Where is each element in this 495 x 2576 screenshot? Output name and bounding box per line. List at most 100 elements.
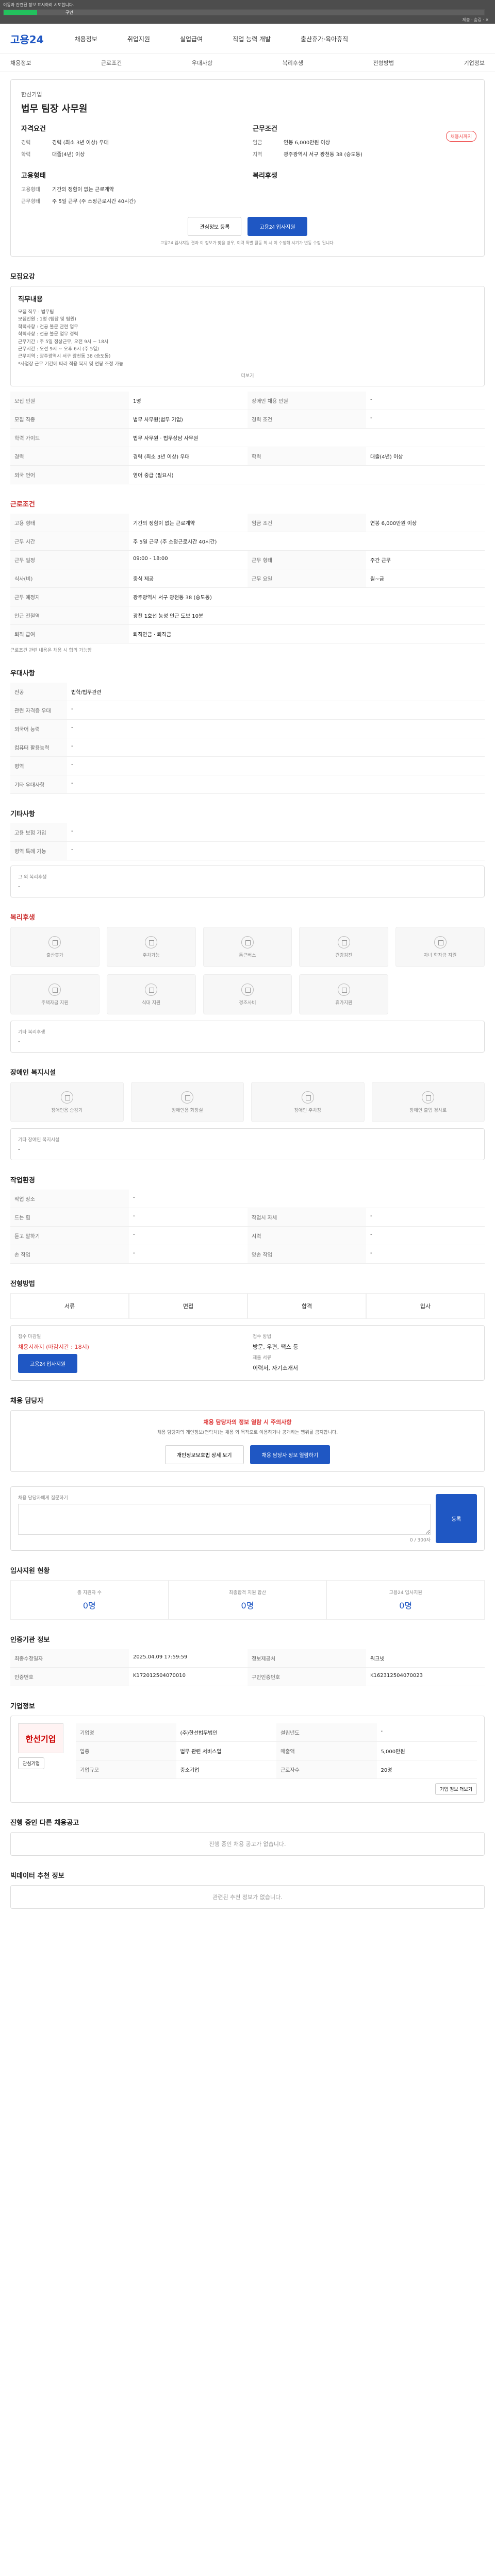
top-note: 이동과 관련된 정보 표시하려 시도합니다.	[3, 3, 74, 7]
progress-fill	[4, 10, 38, 15]
table-value: K172012504070010	[129, 1667, 248, 1686]
process-steps: 서류 면접 합격 입사	[10, 1293, 485, 1319]
apply-card: 접수 마감일 채용시까지 (마감시간 : 18시) 고용24 입사지원 접수 방…	[10, 1325, 485, 1381]
subnav-item[interactable]: 채용정보	[10, 59, 31, 67]
disability-grid: 장애인용 승강기 장애인용 화장실 장애인 주차장 장애인 출입 경사로	[10, 1082, 485, 1123]
requirements-title: 자격요건	[21, 125, 46, 133]
table-value: -	[129, 1245, 248, 1264]
top-status-bar: 이동과 관련된 정보 표시하려 시도합니다. 구인 제출 · 숨김 · ✕	[0, 0, 495, 24]
table-key: 병역	[10, 756, 67, 776]
company-table: 기업명 (주)한선법무법인 설립년도 - 업종 법무 관련 서비스업 매출액 5,000만원…	[76, 1723, 477, 1779]
table-key: 장애인 채용 인원	[248, 392, 366, 411]
kv-key: 학력	[21, 152, 31, 158]
benefit-item: 경조사비	[203, 974, 292, 1015]
benefits-title: 복리후생	[253, 172, 277, 180]
table-key: 근무 예정지	[10, 587, 129, 607]
table-value: 퇴직연금 · 퇴직금	[129, 624, 485, 644]
table-value: 영어 중급 (필요시)	[129, 465, 485, 485]
table-value: -	[67, 841, 485, 861]
privacy-detail-button[interactable]: 개인정보보호법 상세 보기	[164, 1445, 244, 1464]
conditions-note: 근로조건 관련 내용은 채용 시 협의 가능함	[10, 648, 92, 654]
table-value: -	[366, 1245, 485, 1264]
nav-item[interactable]: 직업 능력 개발	[233, 35, 271, 43]
company-logo: 한선기업	[18, 1723, 63, 1753]
company-more-button[interactable]: 기업 정보 더보기	[435, 1783, 477, 1795]
apply-button[interactable]: 고용24 입사지원	[248, 217, 307, 236]
table-value: 중소기업	[176, 1760, 276, 1779]
stat-item: 고용24 입사지원 0명	[326, 1580, 485, 1620]
table-value: -	[129, 1226, 248, 1246]
nav-item[interactable]: 취업지원	[127, 35, 150, 43]
table-value: (주)한선법무법인	[176, 1723, 276, 1742]
disability-label: 장애인용 화장실	[171, 1108, 203, 1113]
interest-company-button[interactable]: 관심기업	[18, 1757, 45, 1769]
process-step: 서류	[10, 1293, 129, 1319]
manager-title: 채용 담당자	[10, 1397, 44, 1405]
question-submit-button[interactable]: 등록	[436, 1494, 477, 1543]
save-interest-button[interactable]: 관심정보 등록	[188, 217, 242, 236]
table-value: 중식 제공	[129, 569, 248, 588]
question-form: 채용 담당자에게 질문하기 0 / 300자	[18, 1494, 431, 1543]
table-value: K162312504070023	[366, 1667, 485, 1686]
table-key: 설립년도	[276, 1723, 377, 1742]
table-key: 손 작업	[10, 1245, 129, 1264]
subnav-item[interactable]: 기업정보	[464, 59, 484, 67]
conditions-table: 고용 형태 기간의 정함이 없는 근로계약 임금 조건 연봉 6,000만원 이상 근…	[10, 514, 485, 644]
table-key: 근로자수	[276, 1760, 377, 1779]
nav-item[interactable]: 출산휴가·육아휴직	[301, 35, 348, 43]
duty: 학력사항 : 전공 불문 관련 업무	[18, 324, 78, 330]
nav-item[interactable]: 채용정보	[75, 35, 97, 43]
view-manager-button[interactable]: 채용 담당자 정보 열람하기	[250, 1445, 331, 1464]
table-value: 법학/법무관련	[67, 683, 485, 702]
table-key: 경력	[10, 447, 129, 466]
site-logo[interactable]: 고용24	[10, 31, 44, 46]
question-input[interactable]	[18, 1503, 431, 1535]
benefit-label: 식대 지원	[142, 1000, 161, 1006]
table-value: 광천 1호선 농성 인근 도보 10분	[129, 606, 485, 625]
table-value: -	[67, 701, 485, 720]
table-value: 경력 (최소 3년 이상) 우대	[129, 447, 248, 466]
disability-label: 장애인 출입 경사로	[409, 1108, 447, 1113]
table-key: 근무 형태	[248, 550, 366, 570]
apply-button-2[interactable]: 고용24 입사지원	[18, 1354, 78, 1374]
kv-value: 광주광역시 서구 광천동 38 (승도동)	[284, 152, 362, 158]
docs-label: 제출 서류	[253, 1355, 271, 1361]
duty: 학력사항 : 전공 불문 업무 경력	[18, 332, 78, 337]
process-step: 입사	[366, 1293, 485, 1319]
kv-value: 주 5일 근무 (주 소정근로시간 40시간)	[52, 199, 136, 205]
table-key: 기업규모	[76, 1760, 176, 1779]
subnav-item[interactable]: 복리후생	[283, 59, 303, 67]
disability-icon	[181, 1091, 194, 1104]
deadline-badge: 채용시까지	[446, 131, 476, 142]
apply-method: 접수 방법 방문, 우편, 팩스 등 제출 서류 이력서, 자기소개서	[253, 1333, 477, 1373]
header: 고용24 채용정보 취업지원 실업급여 직업 능력 개발 출산휴가·육아휴직	[0, 24, 495, 54]
company-card: 한선기업 관심기업 기업명 (주)한선법무법인 설립년도 - 업종 법무 관련 서비스업…	[10, 1715, 485, 1803]
kv-key: 고용형태	[21, 187, 40, 193]
top-right[interactable]: 제출 · 숨김 · ✕	[463, 17, 489, 23]
company-info: 기업명 (주)한선법무법인 설립년도 - 업종 법무 관련 서비스업 매출액 5,000만원…	[76, 1723, 477, 1795]
duties-title: 직무내용	[18, 296, 43, 303]
duty: *사업장 근무 기간에 따라 적용 복지 및 연봉 조정 가능	[18, 361, 124, 367]
more-button[interactable]: 더보기	[241, 374, 254, 379]
disability-item: 장애인용 승강기	[10, 1082, 124, 1123]
apply-info: 접수 마감일 채용시까지 (마감시간 : 18시) 고용24 입사지원	[18, 1333, 242, 1374]
manager-alert: 채용 담당자의 정보 열람 시 주의사항	[203, 1419, 292, 1426]
main-nav: 채용정보 취업지원 실업급여 직업 능력 개발 출산휴가·육아휴직	[75, 35, 349, 43]
benefit-icon	[337, 936, 350, 948]
etc-sub-card: 그 외 복리후생 -	[10, 866, 485, 898]
subnav-item[interactable]: 전형방법	[373, 59, 394, 67]
nav-item[interactable]: 실업급여	[180, 35, 203, 43]
benefit-item: 식대 지원	[106, 974, 196, 1015]
subnav-item[interactable]: 근로조건	[101, 59, 122, 67]
question-card: 채용 담당자에게 질문하기 0 / 300자 등록	[10, 1486, 485, 1551]
disability-icon	[60, 1091, 73, 1104]
table-key: 식사(비)	[10, 569, 129, 588]
table-value: 연봉 6,000만원 이상	[366, 514, 485, 533]
recruit-table: 모집 인원 1명 장애인 채용 인원 - 모집 직종 법무 사무원(법무 기업)…	[10, 392, 485, 485]
subnav-item[interactable]: 우대사항	[192, 59, 212, 67]
kv-key: 임금	[253, 140, 262, 146]
table-key: 학력 가이드	[10, 428, 129, 448]
table-key: 모집 직종	[10, 410, 129, 429]
disability-icon	[422, 1091, 435, 1104]
table-value: 5,000만원	[376, 1741, 477, 1760]
